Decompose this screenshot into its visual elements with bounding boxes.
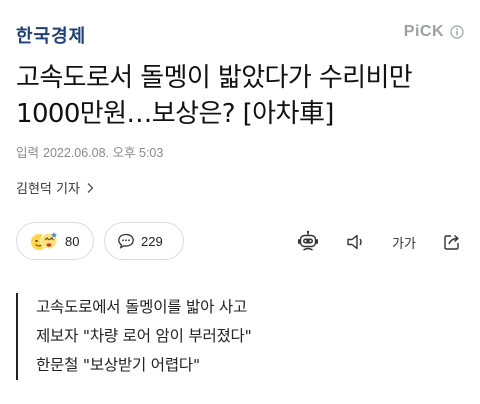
reaction-count: 80 [65,233,80,249]
pick-badge[interactable]: PiCK [404,23,464,41]
pick-label: PiCK [403,23,444,40]
chevron-right-icon [87,182,94,193]
article-title: 고속도로서 돌멩이 밟았다가 수리비만 1000만원…보상은? [아차車] [16,60,468,132]
article-summary: 고속도로에서 돌멩이를 밟아 사고 제보자 "차량 로어 암이 부러졌다" 한문… [16,293,456,380]
reaction-button[interactable]: 80 [16,222,94,260]
press-logo[interactable]: 한국경제 [16,22,86,48]
summary-line: 고속도로에서 돌멩이를 밟아 사고 [36,298,248,316]
date-label: 입력 [16,146,40,160]
published-date: 입력 2022.06.08. 오후 5:03 [16,142,163,161]
text-to-speech-button[interactable] [344,230,368,254]
comment-button[interactable]: 229 [104,222,184,260]
emoji-reaction-icon [31,232,58,250]
comment-count: 229 [141,233,163,249]
article-header: 한국경제 PiCK [0,0,480,52]
article-title-line-2: 1000만원…보상은? [아차車] [16,99,334,129]
robot-icon [298,230,318,251]
reporter-link[interactable]: 김현덕 기자 [16,178,94,197]
info-icon[interactable] [450,25,464,39]
article-title-line-1: 고속도로서 돌멩이 밟았다가 수리비만 [16,63,413,93]
share-icon [444,234,459,250]
speaker-icon [347,234,362,250]
reporter-name: 김현덕 기자 [16,182,80,197]
date-value: 2022.06.08. 오후 5:03 [43,146,164,160]
font-size-label: 가가 [392,236,416,252]
summary-line: 한문철 "보상받기 어렵다" [36,356,200,374]
share-button[interactable] [440,230,464,254]
speech-bubble-icon [118,233,134,249]
summary-bot-button[interactable] [296,230,320,254]
summary-line: 제보자 "차량 로어 암이 부러졌다" [36,327,252,345]
article-action-bar: 80 229 가가 [16,222,464,262]
font-size-button[interactable]: 가가 [392,230,416,254]
